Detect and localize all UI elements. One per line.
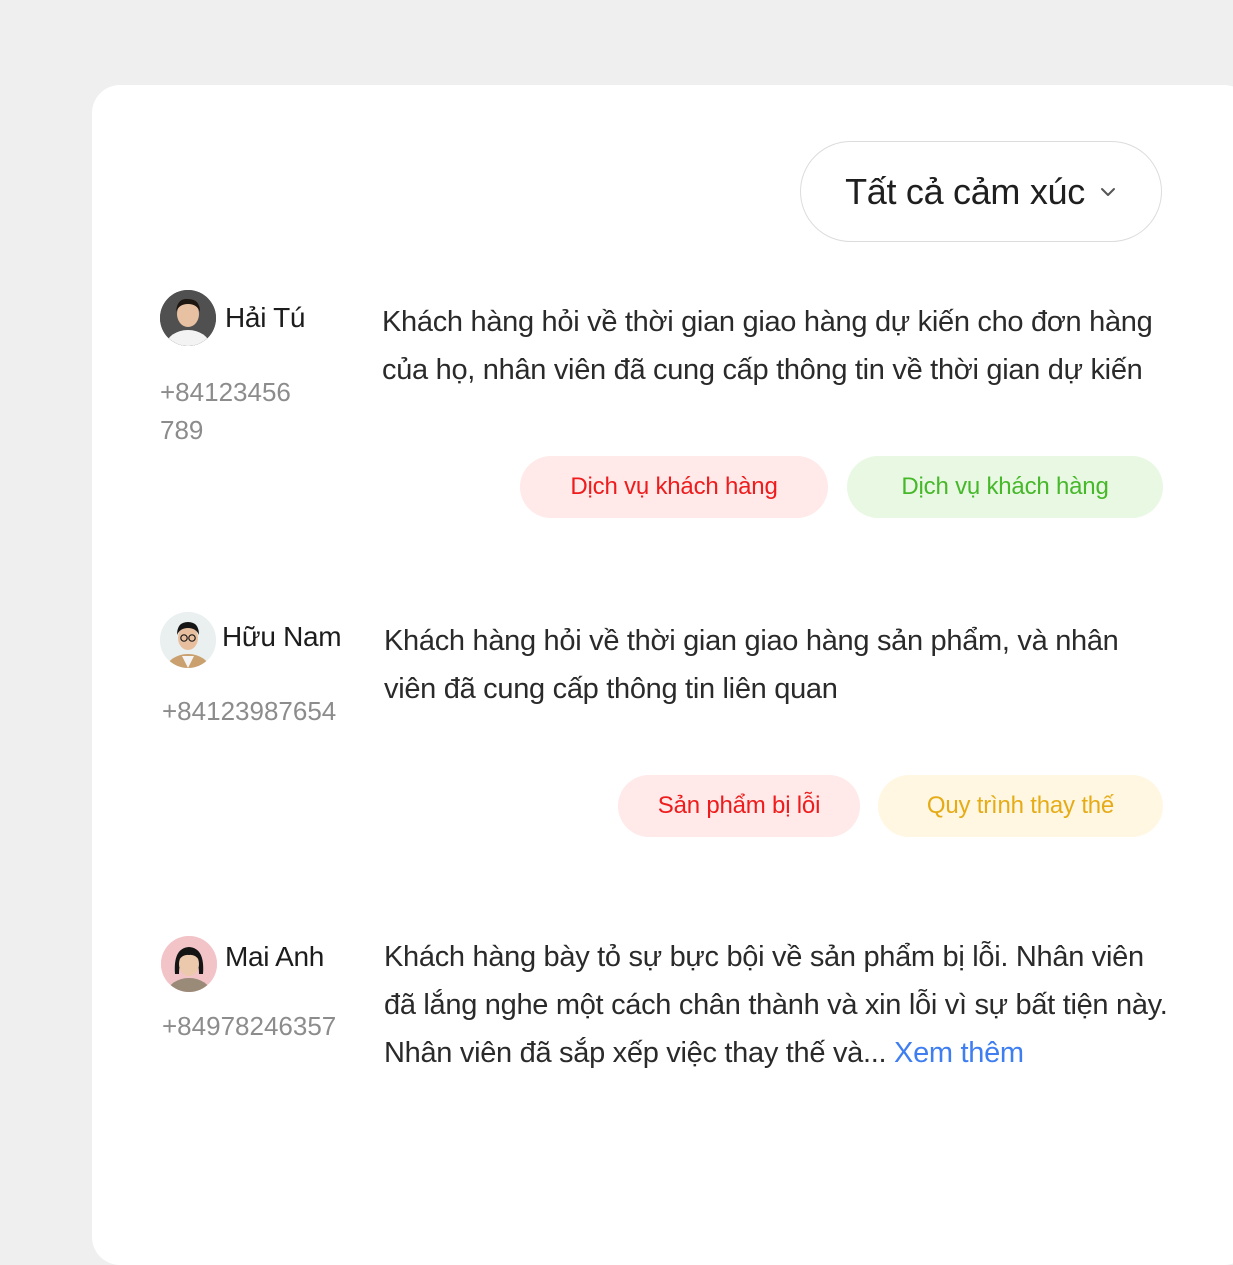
read-more-link[interactable]: Xem thêm <box>894 1037 1024 1069</box>
conversation-summary: Khách hàng bày tỏ sự bực bội về sản phẩm… <box>384 933 1174 1077</box>
conversation-summary-text: Khách hàng bày tỏ sự bực bội về sản phẩm… <box>384 941 1168 1069</box>
customer-phone: +84978246357 <box>162 1011 337 1041</box>
person-avatar-icon <box>160 612 216 668</box>
conversation-summary: Khách hàng hỏi về thời gian giao hàng dự… <box>382 306 1153 386</box>
topic-tag-neutral[interactable]: Quy trình thay thế <box>878 775 1163 837</box>
customer-phone: +84123456789 <box>160 377 291 445</box>
conversation-summary: Khách hàng hỏi về thời gian giao hàng sả… <box>384 625 1119 705</box>
sentiment-filter-dropdown[interactable]: Tất cả cảm xúc <box>800 141 1162 242</box>
person-avatar-icon <box>161 936 217 992</box>
avatar <box>160 290 216 346</box>
avatar <box>160 612 216 668</box>
customer-name: Hữu Nam <box>222 621 342 652</box>
customer-name: Hải Tú <box>225 302 306 333</box>
sentiment-filter-label: Tất cả cảm xúc <box>845 170 1085 212</box>
avatar <box>161 936 217 992</box>
topic-tag-negative[interactable]: Dịch vụ khách hàng <box>520 456 828 518</box>
customer-phone: +84123987654 <box>162 696 337 726</box>
customer-name: Mai Anh <box>225 941 325 972</box>
topic-tag-negative[interactable]: Sản phẩm bị lỗi <box>618 775 860 837</box>
topic-tag-positive[interactable]: Dịch vụ khách hàng <box>847 456 1163 518</box>
person-avatar-icon <box>160 290 216 346</box>
chevron-down-icon <box>1100 187 1115 196</box>
